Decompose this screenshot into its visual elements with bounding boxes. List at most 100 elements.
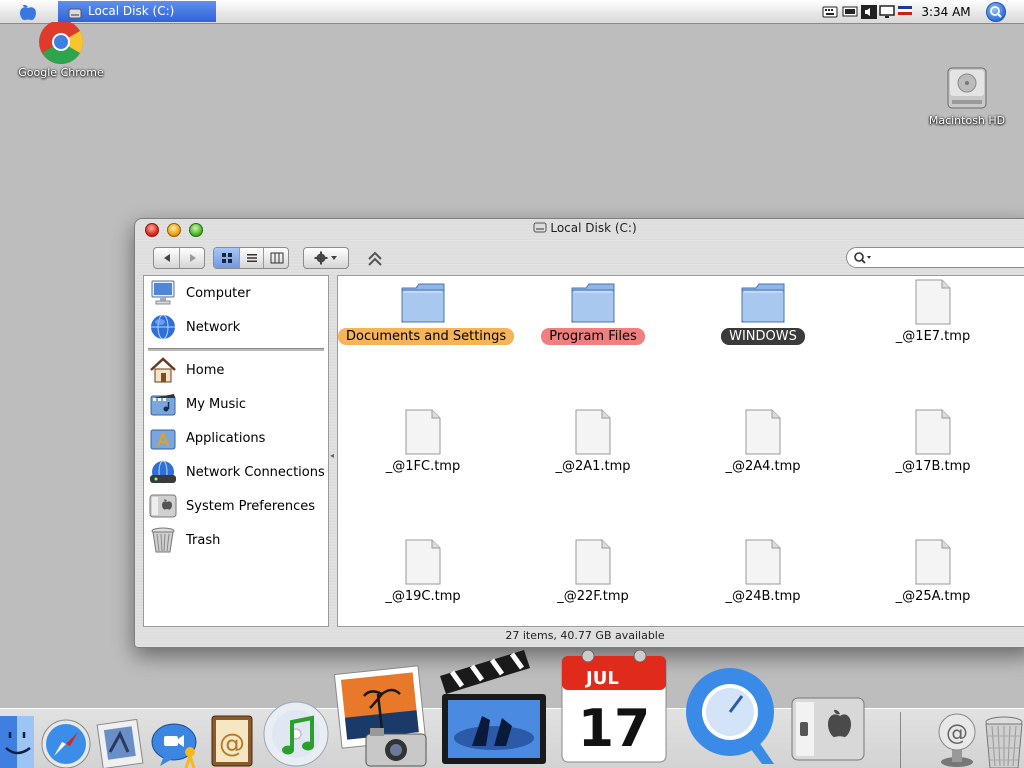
file-label: _@1FC.tmp [385, 459, 461, 474]
calendar-day: 17 [578, 699, 650, 759]
file-item[interactable]: _@17B.tmp [848, 408, 1018, 475]
file-label: _@24B.tmp [725, 589, 801, 604]
file-item[interactable]: _@1FC.tmp [338, 408, 508, 475]
view-mode-control [213, 247, 289, 269]
document-icon [915, 409, 951, 455]
document-icon [575, 409, 611, 455]
ichat-icon[interactable] [148, 712, 202, 768]
desktop-icon-label: Macintosh HD [928, 114, 1006, 127]
search-input[interactable] [875, 250, 1024, 265]
file-label: _@2A1.tmp [555, 459, 631, 474]
quicktime-icon[interactable] [682, 660, 782, 768]
sidebar-item-system-preferences[interactable]: System Preferences [148, 491, 328, 521]
active-app-menu[interactable]: Local Disk (C:) [58, 1, 216, 22]
file-item[interactable]: WINDOWS [678, 278, 848, 345]
file-item[interactable]: _@25A.tmp [848, 538, 1018, 605]
file-item[interactable]: _@1E7.tmp [848, 278, 1018, 345]
volume-icon[interactable] [861, 4, 877, 20]
flag-icon[interactable] [897, 4, 913, 20]
back-forward-control [153, 247, 205, 269]
window-title: Local Disk (C:) [135, 221, 1024, 235]
finder-sidebar: Computer Network Home My Music Applicati… [143, 275, 329, 627]
document-icon [915, 539, 951, 585]
music-folder-icon [150, 394, 176, 416]
itunes-icon[interactable] [262, 696, 332, 768]
back-button[interactable] [154, 248, 180, 268]
chrome-icon [39, 22, 83, 64]
sidebar-splitter[interactable]: ◂ [330, 451, 334, 460]
file-label: WINDOWS [721, 328, 805, 345]
address-book-icon[interactable]: @ [206, 710, 258, 768]
file-label: _@22F.tmp [557, 589, 629, 604]
network-connections-icon [150, 460, 176, 484]
menubar-clock[interactable]: 3:34 AM [918, 0, 974, 24]
hard-drive-icon [947, 67, 987, 109]
applications-folder-icon [150, 429, 176, 450]
sidebar-item-label: Network Connections [186, 464, 325, 480]
drive-icon [533, 221, 547, 233]
file-item[interactable]: _@19C.tmp [338, 538, 508, 605]
desktop-icon-label: Google Chrome [18, 66, 104, 79]
sidebar-item-network-connections[interactable]: Network Connections [148, 457, 328, 487]
sidebar-item-label: Network [186, 319, 241, 335]
columns-icon [270, 252, 283, 264]
document-icon [745, 539, 781, 585]
column-view-button[interactable] [264, 248, 289, 268]
network-globe-icon [151, 314, 175, 340]
sidebar-item-label: System Preferences [186, 498, 316, 514]
file-item[interactable]: Documents and Settings [338, 278, 515, 345]
file-item[interactable]: Program Files [508, 278, 678, 345]
calendar-month: JUL [584, 668, 619, 689]
safari-icon[interactable] [40, 712, 92, 768]
sidebar-item-label: Home [186, 362, 225, 378]
mail-icon[interactable] [94, 712, 146, 768]
system-preferences-icon [149, 494, 177, 518]
gear-icon [314, 251, 337, 265]
menu-bar: Local Disk (C:) 3:34 AM [0, 0, 1024, 24]
sidebar-item-computer[interactable]: Computer [148, 278, 328, 308]
display-icon[interactable] [842, 4, 858, 20]
sidebar-item-trash[interactable]: Trash [148, 525, 328, 555]
svg-text:@: @ [219, 729, 245, 759]
sidebar-item-home[interactable]: Home [148, 355, 328, 385]
desktop-icon-google-chrome[interactable]: Google Chrome [14, 22, 108, 79]
folder-icon [401, 283, 445, 323]
finder-icon[interactable] [0, 712, 36, 768]
sidebar-item-applications[interactable]: Applications [148, 423, 328, 453]
file-label: Documents and Settings [338, 328, 515, 345]
sidebar-item-label: Computer [186, 285, 251, 301]
action-menu-button[interactable] [303, 247, 349, 269]
file-browser: Documents and Settings Program Files WIN… [337, 275, 1024, 627]
apple-menu-icon[interactable] [14, 2, 42, 22]
sidebar-item-my-music[interactable]: My Music [148, 389, 328, 419]
iphoto-icon[interactable] [330, 664, 434, 768]
mail-at-icon[interactable]: @ [934, 710, 980, 768]
window-title-text: Local Disk (C:) [550, 221, 637, 235]
computer-icon [151, 280, 175, 305]
sidebar-divider [148, 348, 324, 351]
monitor-icon[interactable] [879, 4, 895, 20]
icon-view-button[interactable] [214, 248, 240, 268]
file-item[interactable]: _@2A1.tmp [508, 408, 678, 475]
sidebar-item-network[interactable]: Network [148, 312, 328, 342]
keyboard-icon[interactable] [822, 4, 838, 20]
file-label: _@25A.tmp [895, 589, 971, 604]
ical-icon[interactable]: JUL 17 [556, 644, 672, 768]
forward-button[interactable] [180, 248, 205, 268]
file-item[interactable]: _@2A4.tmp [678, 408, 848, 475]
file-item[interactable]: _@24B.tmp [678, 538, 848, 605]
list-view-button[interactable] [240, 248, 264, 268]
drive-icon [68, 5, 82, 19]
document-icon [405, 539, 441, 585]
imovie-icon[interactable] [432, 646, 554, 768]
file-item[interactable]: _@22F.tmp [508, 538, 678, 605]
desktop-icon-macintosh-hd[interactable]: Macintosh HD [920, 62, 1014, 127]
spotlight-icon[interactable] [986, 2, 1006, 22]
trash-icon[interactable] [984, 712, 1024, 768]
status-bar: 27 items, 40.77 GB available [505, 629, 665, 642]
dock-separator [900, 712, 901, 768]
enclosing-folder-icon[interactable] [367, 249, 383, 273]
search-field[interactable] [846, 247, 1024, 268]
system-preferences-icon[interactable] [788, 694, 868, 768]
forward-arrow-icon [189, 254, 196, 262]
